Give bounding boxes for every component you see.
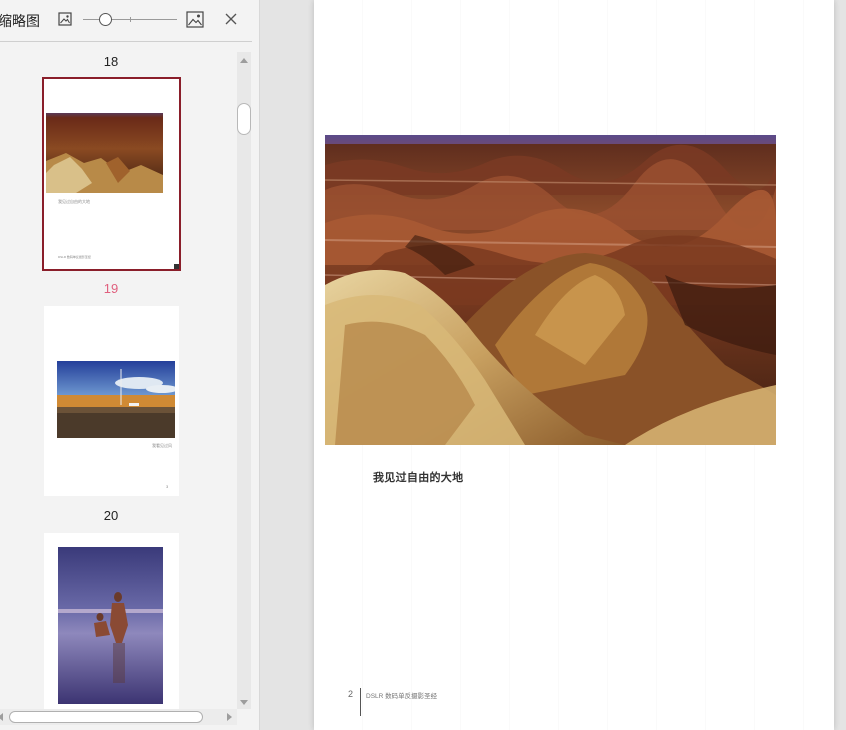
thumbnail-photo-badlands <box>46 113 163 193</box>
thumbnail-panel-header: 缩略图 <box>0 0 252 42</box>
scroll-right-arrow-icon[interactable] <box>227 713 232 721</box>
thumbnail-horizontal-scrollbar[interactable] <box>0 709 237 725</box>
slider-handle[interactable] <box>99 13 112 26</box>
footer-divider <box>360 688 361 716</box>
scroll-up-arrow-icon[interactable] <box>240 58 248 63</box>
horizontal-scroll-thumb[interactable] <box>9 711 203 723</box>
badlands-photo <box>325 135 776 445</box>
zoom-in-thumbnail-icon[interactable] <box>186 11 204 28</box>
close-icon[interactable] <box>224 12 238 26</box>
thumbnail-page-number: 20 <box>103 508 119 523</box>
thumbnail-page-number-current: 19 <box>103 281 119 296</box>
zoom-out-thumbnail-icon[interactable] <box>58 12 72 26</box>
thumbnail-photo-beach-figures <box>58 547 163 704</box>
selection-corner-marker <box>174 264 179 269</box>
thumbnail-page-19[interactable]: 我看见过风 3 <box>44 306 179 496</box>
scroll-down-arrow-icon[interactable] <box>240 700 248 705</box>
thumbnail-page-20[interactable] <box>44 533 179 713</box>
thumbnail-panel: 缩略图 18 我见过自由的大地 DSLR 数码单反摄影圣经 19 我看见过风 3… <box>0 0 260 730</box>
thumbnail-footer: DSLR 数码单反摄影圣经 <box>58 255 91 259</box>
panel-title: 缩略图 <box>0 13 40 29</box>
slider-tick <box>130 17 131 22</box>
page-number: 2 <box>348 689 354 699</box>
thumbnail-caption: 我见过自由的大地 <box>58 199 90 204</box>
document-page: 我见过自由的大地 2 DSLR 数码单反摄影圣经 <box>314 0 834 730</box>
scroll-left-arrow-icon[interactable] <box>0 713 3 721</box>
page-footer-text: DSLR 数码单反摄影圣经 <box>366 693 438 700</box>
thumbnail-caption: 我看见过风 <box>152 443 172 448</box>
thumbnail-photo-landscape <box>57 361 175 438</box>
vertical-scroll-thumb[interactable] <box>237 103 251 135</box>
thumbnail-footer: 3 <box>166 484 169 489</box>
thumbnail-size-slider[interactable] <box>83 13 177 27</box>
thumbnail-page-number: 18 <box>103 54 119 69</box>
photo-caption: 我见过自由的大地 <box>373 472 464 484</box>
thumbnail-vertical-scrollbar[interactable] <box>237 52 251 709</box>
thumbnail-page-18[interactable]: 我见过自由的大地 DSLR 数码单反摄影圣经 <box>42 77 181 271</box>
